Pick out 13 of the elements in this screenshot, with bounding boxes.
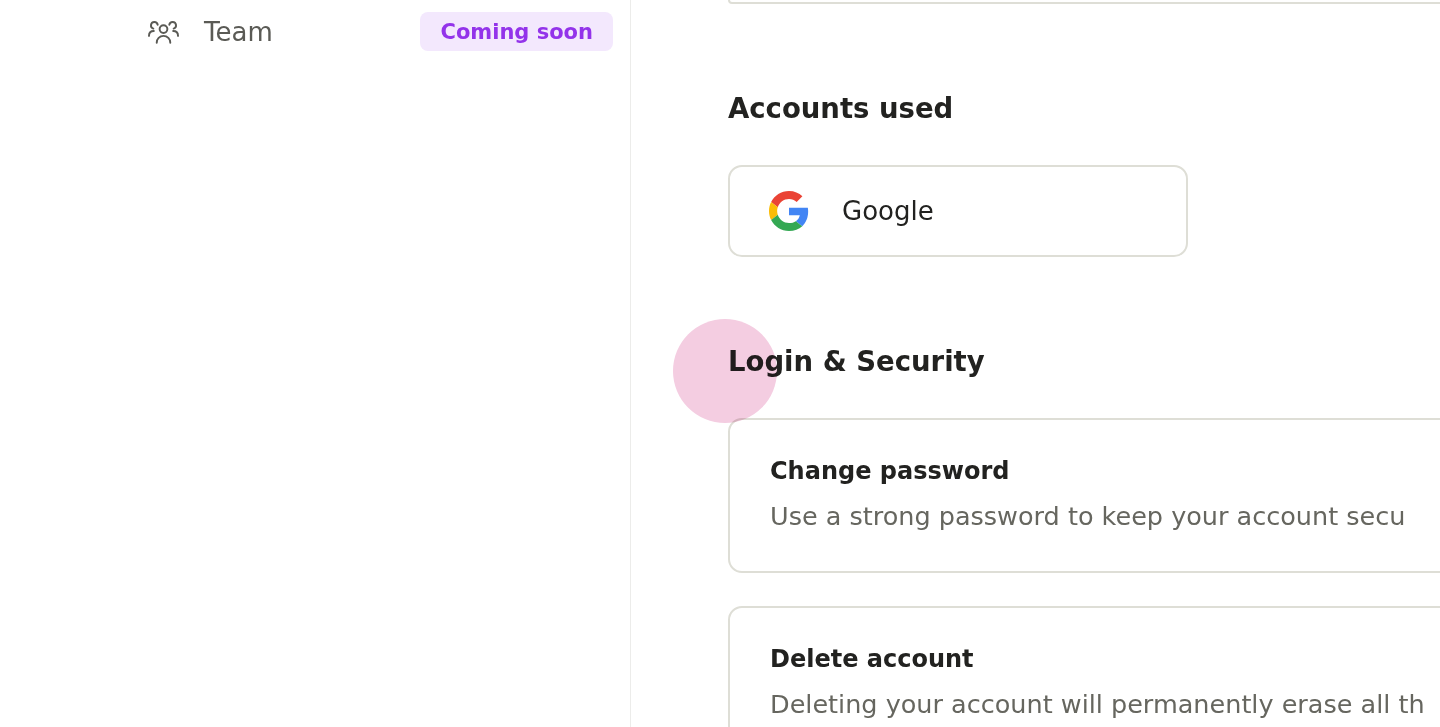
card-description: Use a strong password to keep your account secu <box>770 500 1406 533</box>
settings-card[interactable]: Delete account Deleting your account will permanently erase all th <box>728 606 1440 727</box>
card-title: Change password <box>770 456 1010 487</box>
status-badge: Coming soon <box>420 12 613 51</box>
section-heading: Login & Security <box>728 344 985 379</box>
card-title: Delete account <box>770 644 974 675</box>
card-description: Deleting your account will permanently erase all th <box>770 688 1425 721</box>
settings-card[interactable]: Change password Use a strong password to keep your account secu <box>728 418 1440 573</box>
sidebar-item[interactable]: Team Coming soon <box>124 12 613 51</box>
account-name: Google <box>842 196 934 226</box>
g-logo-icon <box>769 191 809 231</box>
section-heading: Accounts used <box>728 91 954 126</box>
people-icon <box>148 19 179 44</box>
